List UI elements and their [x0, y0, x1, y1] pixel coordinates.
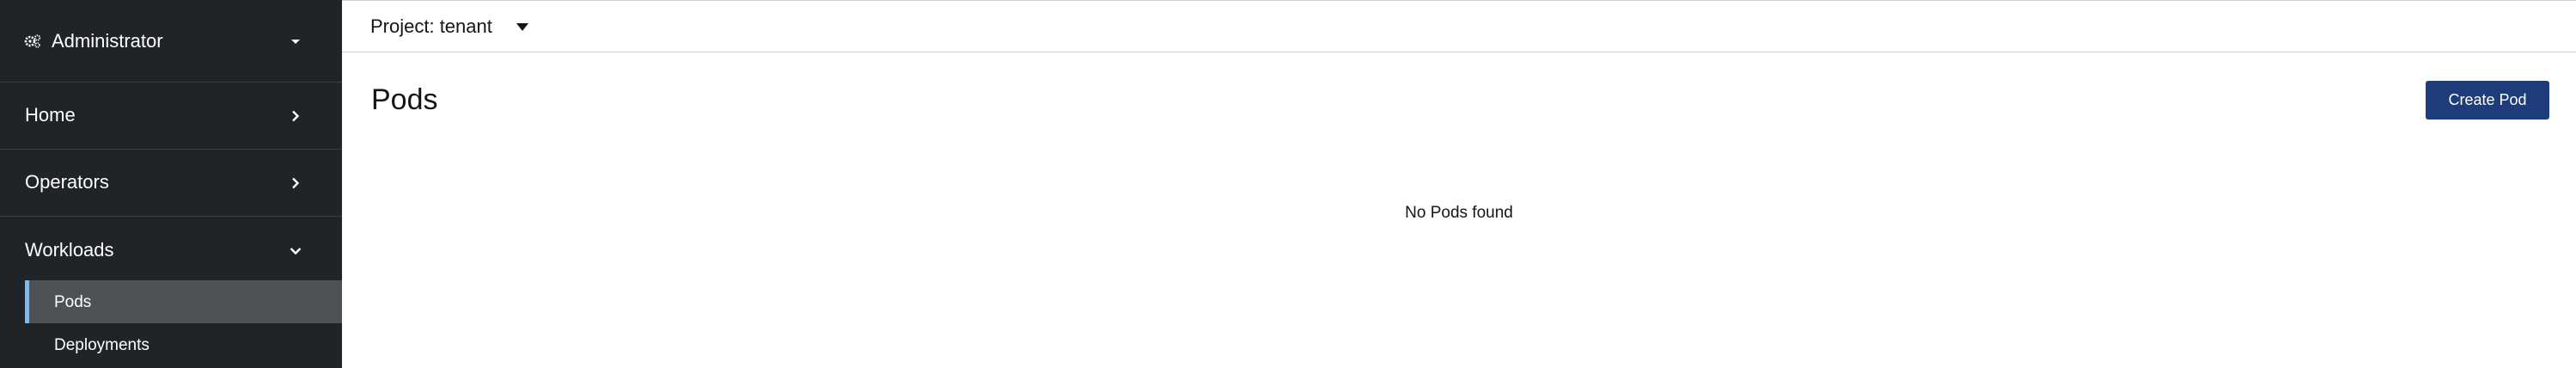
nav-operators-label: Operators — [25, 171, 109, 193]
project-label: Project: tenant — [370, 15, 492, 37]
nav-item-deployments[interactable]: Deployments — [25, 323, 342, 366]
perspective-label: Administrator — [52, 30, 163, 52]
nav-workloads-label: Workloads — [25, 239, 114, 261]
nav-home[interactable]: Home — [0, 83, 342, 150]
gears-icon — [24, 34, 41, 49]
perspective-switcher[interactable]: Administrator — [0, 0, 342, 83]
chevron-down-icon — [289, 244, 302, 258]
chevron-down-icon — [289, 34, 302, 48]
caret-down-icon — [516, 22, 528, 31]
empty-state-message: No Pods found — [1405, 204, 1513, 222]
page-title: Pods — [371, 83, 438, 116]
chevron-right-icon — [289, 176, 302, 190]
project-bar: Project: tenant — [342, 1, 2576, 52]
nav-item-pods-label: Pods — [54, 293, 92, 311]
chevron-right-icon — [289, 109, 302, 123]
nav-item-pods[interactable]: Pods — [25, 280, 342, 323]
nav-workloads[interactable]: Workloads — [0, 217, 342, 284]
nav-home-label: Home — [25, 104, 76, 126]
project-selector[interactable]: Project: tenant — [370, 13, 528, 40]
create-pod-button[interactable]: Create Pod — [2426, 81, 2549, 120]
nav-item-deployments-label: Deployments — [54, 336, 150, 354]
main-content: Project: tenant Pods Create Pod No Pods … — [342, 0, 2576, 368]
sidebar: Administrator Home Operators Workloads P… — [0, 0, 342, 368]
nav-operators[interactable]: Operators — [0, 150, 342, 217]
